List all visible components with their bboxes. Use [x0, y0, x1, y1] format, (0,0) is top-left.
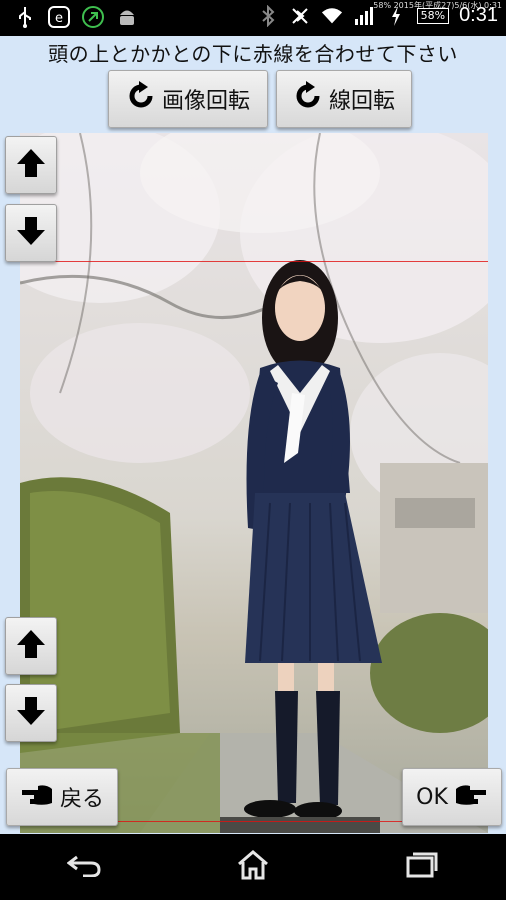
- rotate-image-label: 画像回転: [161, 89, 250, 114]
- arrow-down-icon: [15, 215, 47, 251]
- bottom-line-down-button[interactable]: [5, 684, 57, 742]
- ok-label: OK: [416, 784, 448, 810]
- rotate-icon: [126, 81, 156, 117]
- top-guide-line[interactable]: [20, 261, 488, 262]
- status-bar: e 58% 2015年(平成27)5/6(水) 0:31 58% 0:31: [0, 0, 506, 36]
- bottom-line-up-button[interactable]: [5, 617, 57, 675]
- top-line-down-button[interactable]: [5, 204, 57, 262]
- upload-icon: [82, 6, 104, 28]
- wifi-icon: [321, 5, 343, 27]
- navigation-bar: [0, 834, 506, 900]
- rotate-image-button[interactable]: 画像回転: [108, 70, 268, 128]
- charging-icon: [385, 5, 407, 27]
- nav-back-button[interactable]: [54, 842, 114, 892]
- rotate-icon: [293, 81, 323, 117]
- arrow-up-icon: [15, 628, 47, 664]
- no-nfc-icon: [289, 5, 311, 27]
- back-button[interactable]: 戻る: [6, 768, 118, 826]
- android-icon: [116, 6, 138, 28]
- status-clock: 0:31: [459, 4, 498, 26]
- bluetooth-icon: [257, 4, 279, 27]
- rotate-line-label: 線回転: [328, 89, 395, 114]
- battery-indicator: 58%: [416, 7, 450, 24]
- rotate-line-button[interactable]: 線回転: [276, 70, 412, 128]
- svg-text:e: e: [55, 11, 63, 26]
- photo-preview: [20, 133, 488, 833]
- signal-icon: [353, 5, 375, 27]
- recent-apps-icon: [405, 851, 439, 883]
- nav-recents-button[interactable]: [392, 842, 452, 892]
- nav-home-button[interactable]: [223, 842, 283, 892]
- home-icon: [236, 850, 270, 884]
- back-label: 戻る: [59, 787, 104, 812]
- pointing-right-hand-icon: [454, 781, 488, 813]
- back-arrow-icon: [66, 853, 101, 881]
- top-line-up-button[interactable]: [5, 136, 57, 194]
- arrow-down-icon: [15, 695, 47, 731]
- usb-icon: [14, 6, 36, 28]
- pointing-left-hand-icon: [20, 781, 54, 813]
- e-badge-icon: e: [48, 6, 70, 28]
- ok-button[interactable]: OK: [402, 768, 502, 826]
- instruction-text: 頭の上とかかとの下に赤線を合わせて下さい: [48, 42, 458, 66]
- arrow-up-icon: [15, 147, 47, 183]
